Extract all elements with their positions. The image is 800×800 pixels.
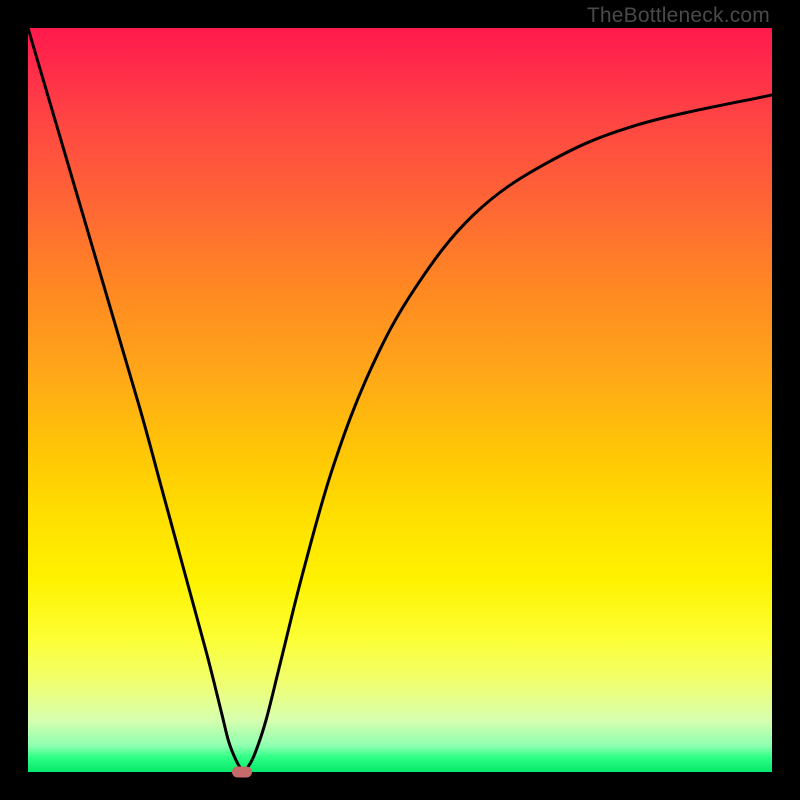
plot-area [28,28,772,772]
watermark-text: TheBottleneck.com [587,4,770,28]
optimal-marker [232,767,252,778]
bottleneck-curve [28,28,772,772]
chart-frame: TheBottleneck.com [0,0,800,800]
